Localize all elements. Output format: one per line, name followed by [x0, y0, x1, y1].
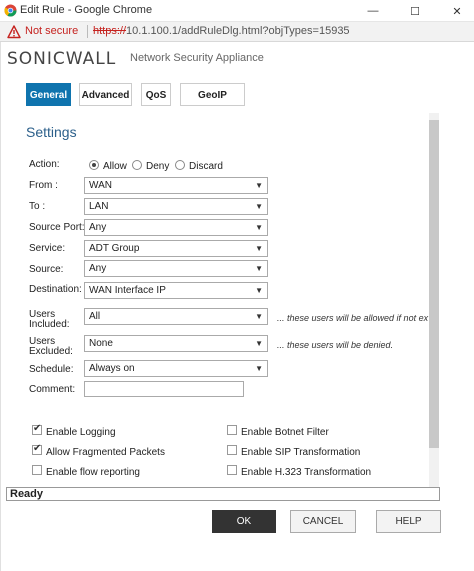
radio-discard[interactable]: [175, 160, 185, 170]
radio-discard-label[interactable]: Discard: [189, 161, 223, 172]
radio-allow[interactable]: [89, 160, 99, 170]
destination-value: WAN Interface IP: [89, 285, 166, 296]
warning-icon[interactable]: [7, 25, 21, 39]
help-button[interactable]: HELP: [376, 510, 441, 533]
schedule-select[interactable]: Always on ▼: [84, 360, 268, 377]
from-value: WAN: [89, 180, 112, 191]
users-excluded-value: None: [89, 338, 113, 349]
enable-h323-transformation-label[interactable]: Enable H.323 Transformation: [241, 467, 371, 478]
url-text[interactable]: https://10.1.100.1/addRuleDlg.html?objTy…: [93, 25, 350, 37]
dropdown-arrow-icon: ▼: [255, 181, 263, 190]
from-select[interactable]: WAN ▼: [84, 177, 268, 194]
ok-button[interactable]: OK: [212, 510, 276, 533]
chrome-icon: [4, 4, 17, 17]
dropdown-arrow-icon: ▼: [255, 223, 263, 232]
status-text: Ready: [10, 488, 44, 500]
settings-title: Settings: [26, 124, 77, 140]
dropdown-arrow-icon: ▼: [255, 364, 263, 373]
service-value: ADT Group: [89, 243, 140, 254]
url-path: 10.1.100.1/addRuleDlg.html?objTypes=1593…: [126, 25, 350, 37]
enable-botnet-filter-label[interactable]: Enable Botnet Filter: [241, 427, 329, 438]
enable-logging-checkbox[interactable]: [32, 423, 42, 435]
enable-sip-transformation-checkbox[interactable]: [227, 445, 237, 455]
cancel-button[interactable]: CANCEL: [290, 510, 356, 533]
action-label: Action:: [29, 159, 60, 170]
enable-botnet-filter-checkbox[interactable]: [227, 425, 237, 435]
sonicwall-logo: SONICWALL: [7, 49, 116, 69]
to-value: LAN: [89, 201, 109, 212]
radio-deny[interactable]: [132, 160, 142, 170]
dropdown-arrow-icon: ▼: [255, 202, 263, 211]
app-header: SONICWALL Network Security Appliance: [0, 42, 474, 72]
service-label: Service:: [29, 243, 66, 254]
users-included-hint: ... these users will be allowed if not e…: [277, 313, 429, 323]
source-port-value: Any: [89, 222, 107, 233]
tab-qos[interactable]: QoS: [141, 83, 171, 106]
enable-flow-reporting-label[interactable]: Enable flow reporting: [46, 467, 140, 478]
to-label: To :: [29, 201, 46, 212]
scrollbar-thumb[interactable]: [429, 120, 439, 448]
app-name: Network Security Appliance: [130, 52, 264, 64]
source-value: Any: [89, 263, 107, 274]
schedule-value: Always on: [89, 363, 135, 374]
enable-flow-reporting-checkbox[interactable]: [32, 465, 42, 475]
source-port-label: Source Port:: [29, 222, 85, 233]
security-status[interactable]: Not secure: [25, 25, 78, 37]
tab-geoip[interactable]: GeoIP: [180, 83, 245, 106]
window-titlebar: Edit Rule - Google Chrome — ☐ ✕: [0, 0, 474, 22]
source-port-select[interactable]: Any ▼: [84, 219, 268, 236]
source-label: Source:: [29, 264, 64, 275]
window-title: Edit Rule - Google Chrome: [20, 4, 153, 16]
users-excluded-select[interactable]: None ▼: [84, 335, 268, 352]
tab-general[interactable]: General: [26, 83, 71, 106]
allow-fragmented-checkbox[interactable]: [32, 443, 42, 455]
users-included-select[interactable]: All ▼: [84, 308, 268, 325]
users-excluded-label-line2: Excluded:: [29, 346, 73, 357]
enable-logging-label[interactable]: Enable Logging: [46, 427, 116, 438]
destination-label: Destination:: [29, 284, 82, 295]
logo-text-wall: WALL: [65, 49, 117, 69]
dropdown-arrow-icon: ▼: [255, 312, 263, 321]
to-select[interactable]: LAN ▼: [84, 198, 268, 215]
users-included-label-line2: Included:: [29, 319, 70, 330]
radio-deny-label[interactable]: Deny: [146, 161, 169, 172]
logo-text-sonic: SONIC: [7, 49, 66, 69]
users-excluded-hint: ... these users will be denied.: [277, 340, 394, 350]
enable-sip-transformation-label[interactable]: Enable SIP Transformation: [241, 447, 360, 458]
minimize-button[interactable]: —: [356, 0, 390, 22]
enable-h323-transformation-checkbox[interactable]: [227, 465, 237, 475]
status-bar: Ready: [6, 487, 440, 501]
url-scheme: https://: [93, 25, 127, 37]
address-bar[interactable]: Not secure https://10.1.100.1/addRuleDlg…: [0, 22, 474, 42]
maximize-button[interactable]: ☐: [398, 0, 432, 22]
source-select[interactable]: Any ▼: [84, 260, 268, 277]
address-divider: [87, 25, 88, 38]
service-select[interactable]: ADT Group ▼: [84, 240, 268, 257]
comment-label: Comment:: [29, 384, 76, 395]
dropdown-arrow-icon: ▼: [255, 339, 263, 348]
radio-allow-label[interactable]: Allow: [103, 161, 127, 172]
from-label: From :: [29, 180, 58, 191]
dropdown-arrow-icon: ▼: [255, 264, 263, 273]
destination-select[interactable]: WAN Interface IP ▼: [84, 282, 268, 299]
dropdown-arrow-icon: ▼: [255, 286, 263, 295]
users-included-value: All: [89, 311, 101, 322]
window-left-border: [0, 42, 1, 571]
allow-fragmented-label[interactable]: Allow Fragmented Packets: [46, 447, 165, 458]
dropdown-arrow-icon: ▼: [255, 244, 263, 253]
comment-input[interactable]: [84, 381, 244, 397]
schedule-label: Schedule:: [29, 364, 74, 375]
close-window-button[interactable]: ✕: [440, 0, 474, 22]
tab-advanced[interactable]: Advanced: [79, 83, 132, 106]
